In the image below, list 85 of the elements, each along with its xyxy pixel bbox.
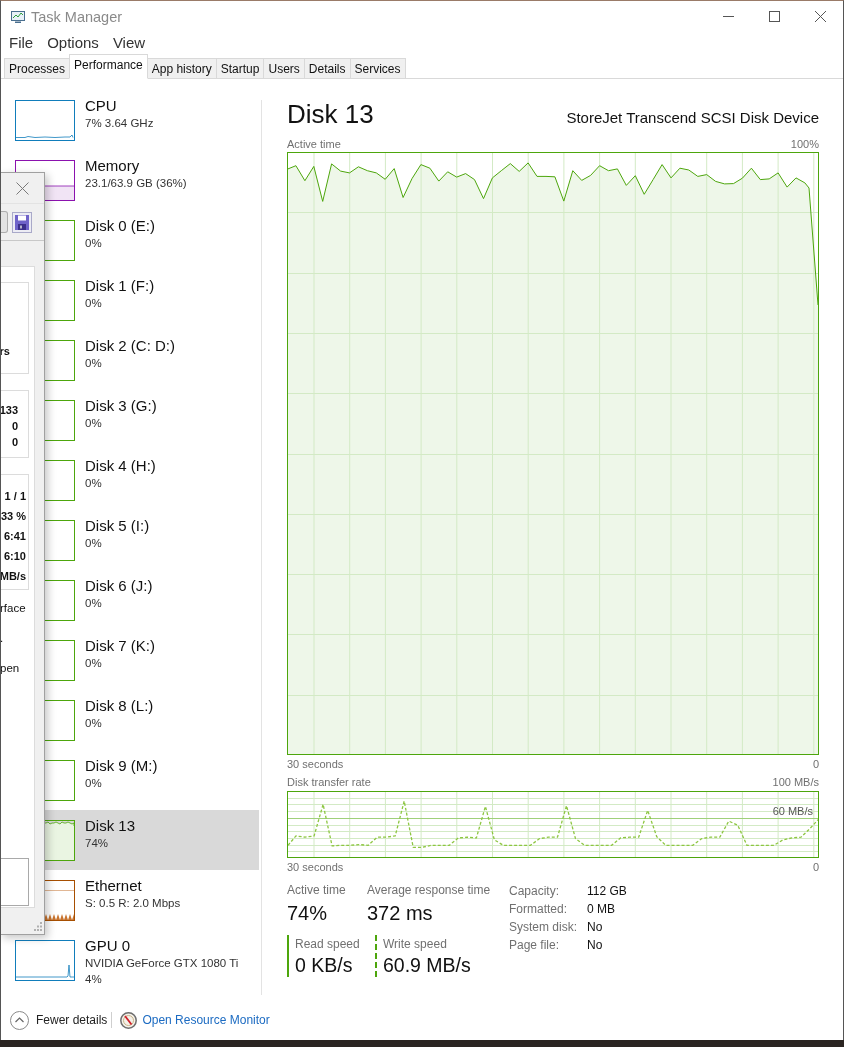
property-value: No (587, 919, 603, 936)
legend-line (287, 935, 289, 977)
axis-label: 100 MB/s (772, 775, 819, 789)
chart-title: Disk transfer rate (287, 775, 371, 789)
label-text: . (1, 631, 4, 646)
speed-label: Read speed (295, 936, 360, 952)
property-label: Capacity: (509, 883, 560, 900)
maximize-icon (768, 11, 780, 22)
tab[interactable]: Performance (69, 54, 148, 79)
disk-activity-sparkline (45, 280, 75, 321)
close-icon (814, 11, 826, 22)
value-text: MB/s (1, 569, 26, 584)
device-name: StoreJet Transcend SCSI Disk Device (566, 109, 819, 127)
input-field[interactable] (1, 858, 29, 906)
disk-activity-sparkline (45, 520, 75, 561)
close-button[interactable] (16, 181, 29, 195)
disk-activity-sparkline (45, 640, 75, 681)
close-icon (16, 181, 29, 195)
menu-item[interactable]: Options (40, 33, 106, 53)
stat-label: Average response time (367, 882, 491, 898)
sidebar-item[interactable]: CPU 7% 3.64 GHz (1, 90, 259, 150)
value-text: 6:10 (3, 549, 26, 564)
property-value: 0 MB (587, 901, 615, 918)
chart-title: Active time (287, 137, 341, 151)
sidebar-item[interactable]: Disk 1 (F:) 0% (1, 270, 259, 330)
disk-activity-sparkline (45, 580, 75, 621)
disk-activity-sparkline (45, 220, 75, 261)
property-value: No (587, 937, 603, 954)
tab[interactable]: Services (349, 58, 406, 79)
stat-value: 74% (287, 901, 328, 925)
axis-label: 100% (790, 137, 819, 151)
disk-activity-sparkline (45, 460, 75, 501)
network-throughput-sparkline (45, 880, 75, 921)
fewer-details-button[interactable]: Fewer details (10, 1010, 108, 1030)
axis-label: 0 (812, 757, 819, 771)
tab[interactable]: Users (263, 58, 305, 79)
speed-label: Write speed (383, 936, 447, 952)
disk-activity-sparkline (45, 400, 75, 441)
speed-value: 60.9 MB/s (383, 953, 471, 977)
disk-activity-sparkline (45, 700, 75, 741)
value-text: 0 (11, 435, 18, 450)
label-text: rface (1, 601, 26, 616)
sidebar-item[interactable]: GPU 0 NVIDIA GeForce GTX 1080 Ti 4% (1, 930, 259, 990)
value-text: 33 % (1, 509, 26, 524)
value-text: 0 (11, 419, 18, 434)
axis-label: 60 MB/s (772, 803, 813, 818)
monitor-icon (10, 8, 26, 25)
axis-label: 30 seconds (287, 757, 344, 771)
sidebar-item[interactable]: Ethernet S: 0.5 R: 2.0 Mbps (1, 870, 259, 930)
gpu-usage-sparkline (15, 940, 75, 981)
disk-title: Disk 13 (287, 99, 374, 129)
value-text: rs (1, 344, 10, 359)
sidebar-item[interactable]: Disk 8 (L:) 0% (1, 690, 259, 750)
sidebar-item[interactable]: Disk 0 (E:) 0% (1, 210, 259, 270)
tab[interactable]: Processes (4, 58, 71, 79)
axis-label: 0 (812, 860, 819, 874)
value-text: 1 / 1 (4, 489, 26, 504)
tab[interactable]: App history (146, 58, 217, 79)
property-label: Formatted: (509, 901, 568, 918)
disk-activity-sparkline (45, 340, 75, 381)
menu-item[interactable]: View (105, 33, 153, 53)
cpu-usage-sparkline (15, 100, 75, 141)
value-text: 133 (1, 403, 18, 418)
legend-line (375, 935, 377, 977)
tab[interactable]: Startup (215, 58, 265, 79)
stat-value: 372 ms (367, 901, 433, 925)
stat-label: Active time (287, 882, 346, 898)
menu-item[interactable]: File (2, 33, 41, 53)
disk-activity-sparkline (45, 820, 75, 861)
value-text: 6:41 (3, 529, 26, 544)
resource-monitor-link[interactable]: Open Resource Monitor (142, 1013, 270, 1027)
label-text: pen (1, 661, 20, 676)
gauge-icon (120, 1011, 138, 1029)
sidebar-item[interactable]: Disk 9 (M:) 0% (1, 750, 259, 810)
disk-activity-sparkline (45, 760, 75, 801)
property-label: Page file: (509, 937, 560, 954)
tab[interactable]: Details (303, 58, 351, 79)
save-icon[interactable] (12, 211, 32, 233)
window-title: Task Manager (31, 8, 123, 25)
chevron-up-icon (10, 1010, 29, 1030)
resize-grip-icon[interactable] (34, 922, 42, 931)
property-value: 112 GB (587, 883, 627, 900)
axis-label: 30 seconds (287, 860, 344, 874)
speed-value: 0 KB/s (295, 953, 353, 977)
property-label: System disk: (509, 919, 577, 936)
